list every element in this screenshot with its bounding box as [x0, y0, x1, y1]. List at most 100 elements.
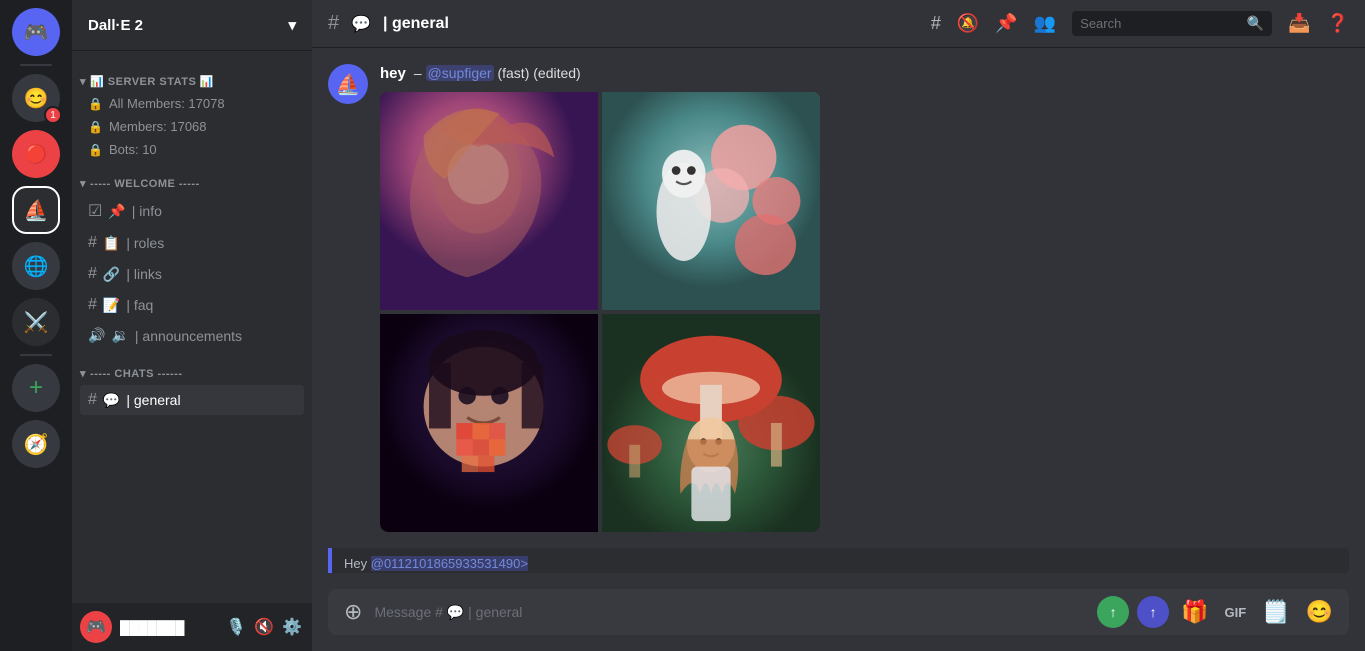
channel-info[interactable]: ☑ 📌 | info — [80, 195, 304, 227]
ai-image-1[interactable] — [380, 92, 598, 310]
channel-sidebar: Dall·E 2 ▾ ▾ 📊 SERVER STATS 📊 🔒 All Memb… — [72, 0, 312, 651]
user-controls: 🎙️ 🔇 ⚙️ — [224, 615, 304, 639]
partial-message-text: Hey — [344, 556, 367, 571]
gift-button[interactable]: 🎁 — [1177, 589, 1212, 635]
server-divider-2 — [20, 354, 52, 356]
ai-art-svg-4 — [602, 314, 820, 532]
channel-header: # 💬 | general # 🔕 📌 👥 🔍 📥 — [312, 0, 1365, 48]
user-name: ███████ — [120, 620, 216, 635]
message-text-input[interactable] — [374, 592, 1089, 632]
input-right-icons: ↑ ↑ 🎁 GIF 🗒️ 😊 — [1097, 589, 1337, 635]
emoji-icon: 😊 — [1306, 599, 1333, 625]
sticker-button[interactable]: 🗒️ — [1258, 589, 1293, 635]
server-name: Dall·E 2 — [88, 17, 143, 34]
gif-icon: GIF — [1225, 605, 1247, 620]
server-divider — [20, 64, 52, 66]
checkbox-icon: ☑ — [88, 201, 102, 221]
collapse-arrow-icon-2: ▾ — [80, 177, 86, 190]
discover-button[interactable]: 🧭 — [12, 420, 60, 468]
hash-icon: # — [88, 234, 97, 252]
channel-links-label: | links — [126, 266, 162, 282]
compass-icon: 🧭 — [24, 432, 49, 457]
pin-icon: 📌 — [108, 203, 125, 220]
channel-faq[interactable]: # 📝 | faq — [80, 290, 304, 320]
channel-links[interactable]: # 🔗 | links — [80, 259, 304, 289]
nitro-button-2[interactable]: ↑ — [1137, 596, 1169, 628]
user-avatar: 🎮 — [80, 611, 112, 643]
sidebar-item-server-1[interactable]: 😊 1 — [12, 74, 60, 122]
channel-announcements[interactable]: 🔊 🔉 | announcements — [80, 321, 304, 350]
members-button[interactable]: 👥 — [1034, 13, 1056, 34]
mute-channel-button[interactable]: 🔕 — [957, 13, 979, 34]
nitro-button-1[interactable]: ↑ — [1097, 596, 1129, 628]
bell-slash-icon: 🔕 — [957, 13, 979, 34]
sidebar-item-server-2[interactable]: 🔴 — [12, 130, 60, 178]
message-header: hey – @supfiger (fast) (edited) — [380, 64, 1349, 84]
ai-art-svg-1 — [380, 92, 598, 310]
sidebar-item-home[interactable]: 🎮 — [12, 8, 60, 56]
collapse-arrow-icon-3: ▾ — [80, 367, 86, 380]
server-2-icon: 🔴 — [25, 144, 47, 165]
search-bar[interactable]: 🔍 — [1072, 11, 1272, 36]
speaker-icon: 🔊 — [88, 327, 105, 344]
gift-icon: 🎁 — [1181, 599, 1208, 625]
help-button[interactable]: ❓ — [1327, 13, 1349, 34]
channel-roles-label: | roles — [126, 235, 164, 251]
ai-image-3[interactable] — [380, 314, 598, 532]
channel-list: ▾ 📊 SERVER STATS 📊 🔒 All Members: 17078 … — [72, 51, 312, 603]
people-icon: 👥 — [1034, 13, 1056, 34]
message-input-area: ⊕ ↑ ↑ 🎁 GIF 🗒️ 😊 — [312, 589, 1365, 651]
server-1-icon: 😊 — [24, 86, 49, 111]
mute-button[interactable]: 🎙️ — [224, 615, 248, 639]
stat-label-2: Members: 17068 — [109, 119, 207, 134]
stat-label-3: Bots: 10 — [109, 142, 157, 157]
message-body: hey – @supfiger (fast) (edited) — [380, 64, 1349, 532]
settings-button[interactable]: ⚙️ — [280, 615, 304, 639]
ai-image-2[interactable] — [602, 92, 820, 310]
header-icons: # 🔕 📌 👥 🔍 📥 ❓ — [931, 11, 1349, 36]
question-mark-icon: ❓ — [1327, 13, 1349, 34]
stat-all-members: 🔒 All Members: 17078 — [72, 92, 312, 115]
category-chats[interactable]: ▾ ----- CHATS ------ — [72, 351, 312, 384]
messages-area: ⛵ hey – @supfiger (fast) (edited) — [312, 48, 1365, 589]
hash-icon-3: # — [88, 296, 97, 314]
category-welcome[interactable]: ▾ ----- WELCOME ----- — [72, 161, 312, 194]
sidebar-item-server-5[interactable]: ⚔️ — [12, 298, 60, 346]
hashtag-icon-button[interactable]: # — [931, 13, 941, 34]
sidebar-item-server-4[interactable]: 🌐 — [12, 242, 60, 290]
gif-button[interactable]: GIF — [1221, 595, 1251, 630]
lock-icon-2: 🔒 — [88, 120, 103, 134]
faq-emoji-icon: 📝 — [103, 297, 120, 314]
add-attachment-button[interactable]: ⊕ — [340, 589, 366, 635]
message-suffix: (fast) (edited) — [497, 65, 580, 81]
server-header[interactable]: Dall·E 2 ▾ — [72, 0, 312, 51]
plus-circle-icon: ⊕ — [344, 599, 362, 625]
pin-button[interactable]: 📌 — [995, 13, 1017, 34]
stat-bots: 🔒 Bots: 10 — [72, 138, 312, 161]
deafen-button[interactable]: 🔇 — [252, 615, 276, 639]
inbox-button[interactable]: 📥 — [1288, 13, 1310, 34]
channel-roles[interactable]: # 📋 | roles — [80, 228, 304, 258]
notification-badge: 1 — [44, 106, 62, 124]
emoji-button[interactable]: 😊 — [1302, 589, 1337, 635]
category-label: 📊 SERVER STATS 📊 — [90, 75, 214, 88]
search-icon: 🔍 — [1247, 15, 1264, 32]
message-input-box: ⊕ ↑ ↑ 🎁 GIF 🗒️ 😊 — [328, 589, 1349, 635]
channel-faq-label: | faq — [126, 297, 153, 313]
search-input[interactable] — [1080, 16, 1239, 31]
partial-message-mention: @0112101865933531490> — [371, 556, 528, 571]
server-5-icon: ⚔️ — [24, 310, 49, 335]
sidebar-item-dalle[interactable]: ⛵ — [12, 186, 60, 234]
message-group: ⛵ hey – @supfiger (fast) (edited) — [328, 64, 1349, 532]
add-server-button[interactable]: + — [12, 364, 60, 412]
ai-image-4[interactable] — [602, 314, 820, 532]
roles-emoji-icon: 📋 — [103, 235, 120, 252]
main-content: # 💬 | general # 🔕 📌 👥 🔍 📥 — [312, 0, 1365, 651]
category-server-stats[interactable]: ▾ 📊 SERVER STATS 📊 — [72, 59, 312, 92]
avatar-emoji-icon: ⛵ — [336, 72, 361, 97]
channel-general[interactable]: # 💬 | general — [80, 385, 304, 415]
hash-icon-2: # — [88, 265, 97, 283]
stat-label: All Members: 17078 — [109, 96, 225, 111]
inbox-icon: 📥 — [1288, 13, 1310, 34]
channel-announcements-label: | announcements — [135, 328, 242, 344]
